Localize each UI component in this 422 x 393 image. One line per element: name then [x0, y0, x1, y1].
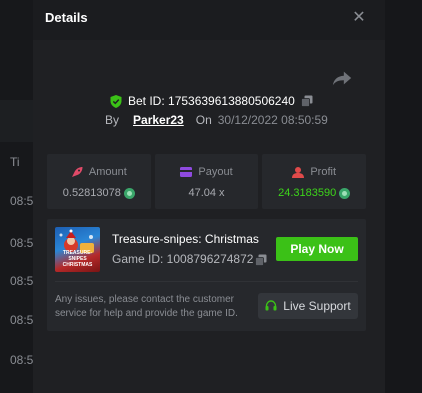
stat-value: 24.3183590 [278, 187, 337, 199]
copy-icon[interactable] [300, 95, 313, 107]
live-support-label: Live Support [283, 299, 351, 313]
shield-check-icon [110, 94, 122, 108]
on-label: On [195, 113, 212, 127]
by-label: By [105, 113, 120, 127]
close-icon[interactable]: ✕ [349, 8, 369, 28]
game-name: Treasure-snipes: Christmas [112, 232, 259, 246]
stat-profit: Profit 24.3183590 [262, 154, 367, 209]
details-modal: Details ✕ Bet ID: 1753639613880506240 By… [33, 0, 385, 393]
stat-label: Payout [198, 166, 233, 178]
rocket-icon [71, 166, 83, 177]
background-row: 08:5 [10, 194, 34, 208]
divider [55, 281, 358, 282]
background-row: 08:5 [10, 236, 34, 250]
user-link[interactable]: Parker23 [133, 113, 184, 127]
stat-value: 47.04 x [188, 187, 225, 199]
game-thumbnail-title: TREASURE-SNIPES CHRISTMAS [62, 250, 93, 268]
coin-icon [339, 187, 351, 199]
stat-value: 0.52813078 [62, 187, 121, 199]
stat-label: Amount [88, 166, 127, 178]
game-id: Game ID: 1008796274872 [112, 252, 254, 266]
stat-payout: Payout 47.04 x [154, 154, 259, 209]
support-notice: Any issues, please contact the customer … [55, 294, 238, 319]
user-icon [292, 166, 305, 178]
background-row: 08:5 [10, 353, 34, 367]
bet-id-row: Bet ID: 1753639613880506240 [110, 93, 313, 109]
game-thumbnail[interactable]: TREASURE-SNIPES CHRISTMAS [55, 227, 100, 272]
bet-id-text: Bet ID: 1753639613880506240 [128, 94, 295, 108]
share-icon[interactable] [331, 68, 353, 88]
stat-label: Profit [310, 166, 337, 178]
bet-meta: By Parker23 On 30/12/2022 08:50:59 [105, 113, 328, 127]
play-now-button[interactable]: Play Now [276, 237, 358, 261]
card-icon [180, 167, 193, 177]
bet-date: 30/12/2022 08:50:59 [217, 113, 328, 127]
modal-title: Details [45, 10, 88, 25]
bet-stats: Amount 0.52813078 Payout 47.04 x Profit … [47, 154, 367, 209]
background-row: 08:5 [10, 313, 34, 327]
coin-icon [123, 187, 135, 199]
headset-icon [265, 300, 277, 311]
background-panel-right [385, 0, 422, 393]
stat-amount: Amount 0.52813078 [47, 154, 151, 209]
modal-header: Details ✕ [33, 0, 385, 40]
copy-icon[interactable] [255, 254, 267, 266]
background-row: Ti [10, 155, 20, 169]
background-block [0, 100, 33, 142]
background-row: 08:5 [10, 274, 34, 288]
game-card: TREASURE-SNIPES CHRISTMAS Treasure-snipe… [47, 219, 366, 331]
live-support-button[interactable]: Live Support [258, 293, 358, 319]
